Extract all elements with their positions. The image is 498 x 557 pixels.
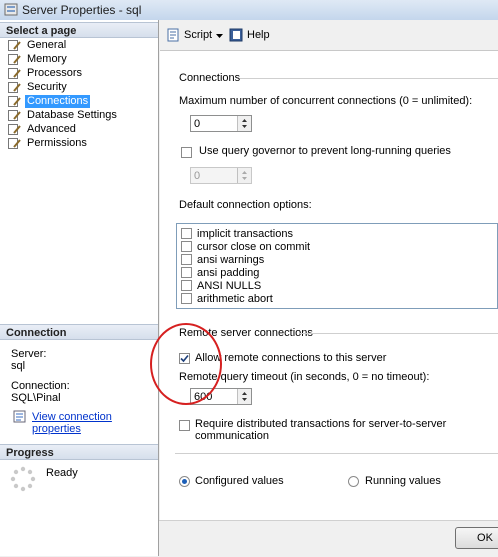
configured-values-radio[interactable] [179, 476, 190, 487]
page-database-settings[interactable]: Database Settings [8, 109, 119, 122]
spin-arrows[interactable] [237, 116, 251, 131]
max-connections-label: Maximum number of concurrent connections… [179, 95, 473, 107]
option-label: ansi padding [197, 266, 260, 279]
page-wrench-icon [8, 124, 21, 135]
allow-remote-label[interactable]: Allow remote connections to this server [195, 352, 386, 364]
page-wrench-icon [8, 138, 21, 149]
default-options-list[interactable]: implicit transactions cursor close on co… [176, 223, 498, 309]
option-label: ANSI NULLS [197, 279, 262, 292]
spin-up-down-icon [242, 119, 247, 128]
page-processors[interactable]: Processors [8, 67, 84, 80]
connections-group-header: Connections [179, 72, 241, 84]
window-title: Server Properties - sql [22, 3, 142, 17]
page-wrench-icon [8, 96, 21, 107]
page-label: Memory [27, 53, 67, 65]
progress-header: Progress [0, 444, 158, 460]
page-label: Database Settings [27, 109, 117, 121]
running-values-label[interactable]: Running values [365, 475, 441, 487]
connection-header: Connection [0, 324, 158, 340]
page-wrench-icon [8, 82, 21, 93]
page-general[interactable]: General [8, 39, 68, 52]
properties-icon [13, 410, 26, 423]
list-item[interactable]: ansi padding [181, 266, 259, 279]
page-security[interactable]: Security [8, 81, 69, 94]
page-label: Permissions [27, 137, 87, 149]
option-checkbox[interactable] [181, 254, 192, 265]
page-label: General [27, 39, 67, 51]
option-checkbox[interactable] [181, 241, 192, 252]
query-governor-value: 0 [194, 170, 201, 182]
list-item[interactable]: ANSI NULLS [181, 279, 261, 292]
option-label: implicit transactions [197, 227, 293, 240]
page-label: Security [27, 81, 67, 93]
list-item[interactable]: ansi warnings [181, 253, 264, 266]
list-item[interactable]: implicit transactions [181, 227, 293, 240]
query-governor-spinner: 0 [190, 167, 252, 184]
spin-arrows [237, 168, 251, 183]
option-label: arithmetic abort [197, 292, 273, 305]
option-checkbox[interactable] [181, 293, 192, 304]
require-distributed-checkbox[interactable] [179, 420, 190, 431]
connection-label: Connection: [11, 380, 70, 392]
ok-button[interactable]: OK [455, 527, 498, 549]
title-bar: Server Properties - sql [0, 0, 498, 21]
spin-arrows[interactable] [237, 389, 251, 404]
script-icon [167, 28, 179, 42]
max-connections-value: 0 [194, 118, 201, 130]
annotation-circle [150, 323, 222, 405]
server-label: Server: [11, 348, 47, 360]
max-connections-spinner[interactable]: 0 [190, 115, 252, 132]
spin-up-down-icon [242, 171, 247, 180]
help-book-icon [229, 28, 243, 42]
page-wrench-icon [8, 54, 21, 65]
script-button[interactable]: Script [167, 28, 212, 42]
page-memory[interactable]: Memory [8, 53, 69, 66]
page-wrench-icon [8, 110, 21, 121]
connection-value: SQL\Pinal [11, 392, 61, 404]
spinner-icon [10, 466, 36, 492]
list-item[interactable]: cursor close on commit [181, 240, 310, 253]
query-governor-checkbox[interactable] [181, 147, 192, 158]
list-item[interactable]: arithmetic abort [181, 292, 273, 305]
option-checkbox[interactable] [181, 280, 192, 291]
view-connection-properties-link[interactable]: View connection properties [32, 411, 158, 435]
spin-up-down-icon [242, 392, 247, 401]
require-distributed-label[interactable]: Require distributed transactions for ser… [195, 418, 498, 442]
running-values-radio[interactable] [348, 476, 359, 487]
page-permissions[interactable]: Permissions [8, 137, 89, 150]
button-bar: OK [159, 520, 498, 557]
section-divider [175, 453, 498, 454]
server-icon [4, 3, 18, 16]
script-label: Script [184, 29, 213, 41]
query-governor-label[interactable]: Use query governor to prevent long-runni… [199, 145, 451, 157]
page-label: Processors [27, 67, 83, 79]
page-advanced[interactable]: Advanced [8, 123, 78, 136]
help-button[interactable]: Help [229, 28, 270, 42]
help-label: Help [247, 29, 270, 41]
option-label: cursor close on commit [197, 240, 311, 253]
page-wrench-icon [8, 40, 21, 51]
group-divider [300, 333, 498, 334]
select-page-header: Select a page [0, 22, 158, 38]
option-checkbox[interactable] [181, 228, 192, 239]
page-wrench-icon [8, 68, 21, 79]
server-value: sql [11, 360, 26, 372]
default-options-label: Default connection options: [179, 199, 312, 211]
left-pane: Select a page General Memory Processors … [0, 20, 159, 556]
group-divider [240, 78, 498, 79]
page-label: Advanced [27, 123, 76, 135]
chevron-down-icon[interactable] [216, 34, 223, 38]
toolbar: Script Help [159, 20, 498, 50]
page-label: Connections [25, 95, 91, 108]
configured-values-label[interactable]: Configured values [195, 475, 284, 487]
option-label: ansi warnings [197, 253, 265, 266]
option-checkbox[interactable] [181, 267, 192, 278]
page-connections[interactable]: Connections [8, 95, 91, 108]
progress-status: Ready [46, 467, 78, 479]
